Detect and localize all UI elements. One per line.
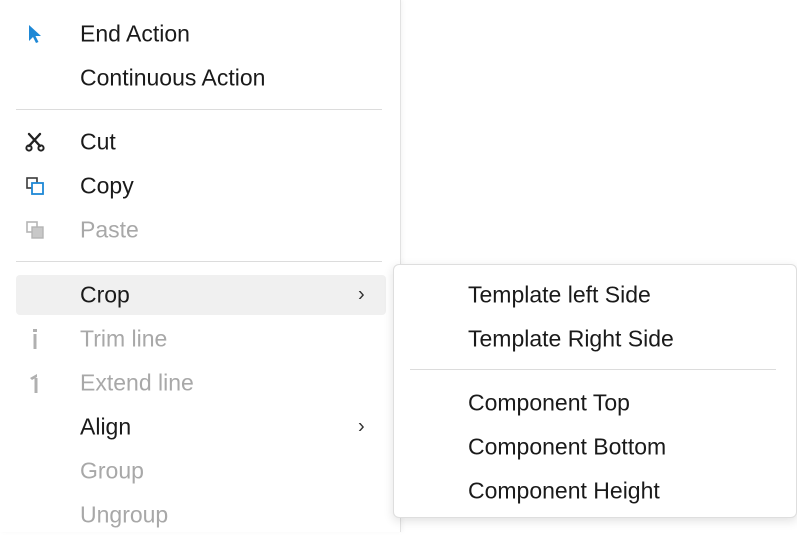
chevron-right-icon: › [358, 283, 365, 306]
submenu-separator [410, 369, 776, 370]
menu-item-label: Group [80, 457, 144, 484]
menu-separator [16, 109, 382, 110]
crop-submenu: Template left Side Template Right Side C… [393, 264, 797, 518]
submenu-item-component-top[interactable]: Component Top [394, 383, 794, 423]
menu-item-group[interactable]: Group [0, 451, 396, 491]
menu-item-extend-line[interactable]: Extend line [0, 363, 396, 403]
submenu-item-component-height[interactable]: Component Height [394, 471, 794, 511]
menu-item-crop[interactable]: Crop › [16, 275, 386, 315]
context-menu: End Action Continuous Action Cut Copy Pa… [0, 0, 401, 532]
menu-item-end-action[interactable]: End Action [0, 14, 396, 54]
extend-line-icon [24, 371, 46, 395]
menu-separator [16, 261, 382, 262]
menu-item-label: Crop [80, 281, 130, 308]
menu-item-label: Align [80, 413, 132, 440]
menu-item-trim-line[interactable]: Trim line [0, 319, 396, 359]
menu-item-continuous-action[interactable]: Continuous Action [0, 58, 396, 98]
menu-item-copy[interactable]: Copy [0, 166, 396, 206]
menu-item-label: Trim line [80, 325, 168, 352]
submenu-item-label: Component Top [468, 389, 630, 416]
trim-line-icon [24, 327, 46, 351]
scissors-icon [24, 130, 46, 154]
menu-item-label: Continuous Action [80, 64, 266, 91]
chevron-right-icon: › [358, 415, 365, 438]
menu-item-label: Ungroup [80, 501, 169, 528]
menu-item-label: Paste [80, 216, 139, 243]
menu-item-align[interactable]: Align › [0, 407, 396, 447]
submenu-item-label: Component Bottom [468, 433, 667, 460]
menu-item-label: Extend line [80, 369, 194, 396]
menu-item-label: Cut [80, 128, 116, 155]
submenu-item-component-bottom[interactable]: Component Bottom [394, 427, 794, 467]
paste-icon [24, 218, 46, 242]
copy-icon [24, 174, 46, 198]
submenu-item-label: Template Right Side [468, 325, 674, 352]
cursor-arrow-icon [24, 22, 46, 46]
menu-item-paste[interactable]: Paste [0, 210, 396, 250]
menu-item-ungroup[interactable]: Ungroup [0, 495, 396, 535]
submenu-item-label: Template left Side [468, 281, 651, 308]
submenu-item-label: Component Height [468, 477, 660, 504]
submenu-item-template-right-side[interactable]: Template Right Side [394, 319, 794, 359]
menu-item-label: End Action [80, 20, 190, 47]
submenu-item-template-left-side[interactable]: Template left Side [394, 275, 794, 315]
menu-item-cut[interactable]: Cut [0, 122, 396, 162]
menu-item-label: Copy [80, 172, 134, 199]
